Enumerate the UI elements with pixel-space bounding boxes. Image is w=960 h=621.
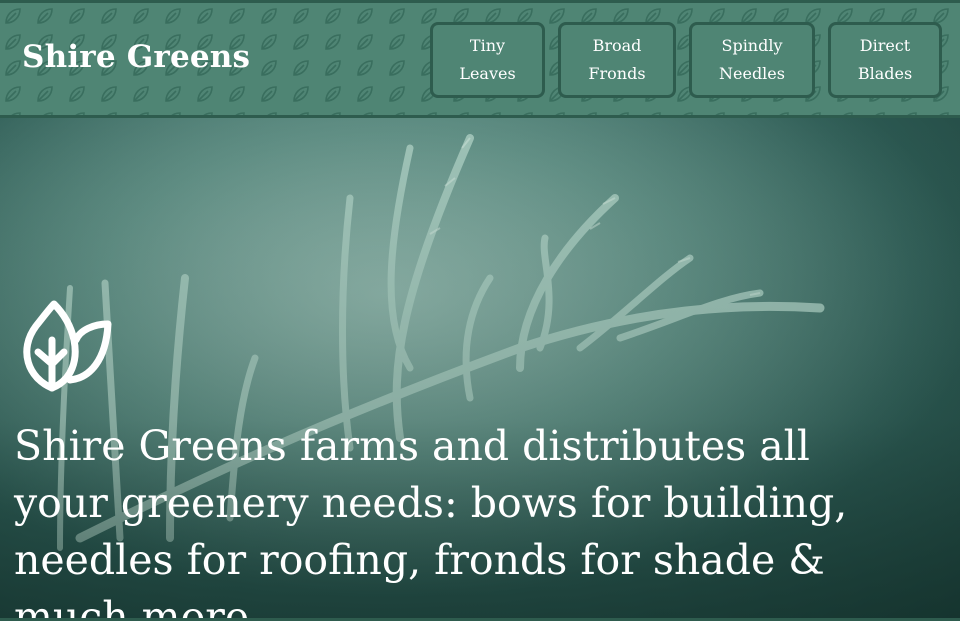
leaf-icon — [23, 300, 112, 392]
nav-label-line1: Spindly — [721, 36, 783, 55]
site-brand[interactable]: Shire Greens — [22, 39, 250, 75]
nav-label-line1: Direct — [859, 36, 911, 55]
hero-section: Shire Greens farms and distributes all y… — [0, 118, 960, 621]
nav-tiny-leaves-button[interactable]: Tiny Leaves — [430, 22, 545, 98]
nav-label-line2: Needles — [719, 64, 785, 83]
nav-label-line2: Blades — [857, 64, 913, 83]
nav-label-line2: Leaves — [459, 64, 516, 83]
site-header: Shire Greens Tiny Leaves Broad Fronds Sp… — [0, 0, 960, 118]
nav-direct-blades-button[interactable]: Direct Blades — [828, 22, 942, 98]
nav-spindly-needles-button[interactable]: Spindly Needles — [689, 22, 815, 98]
nav-broad-fronds-button[interactable]: Broad Fronds — [558, 22, 676, 98]
nav-label-line2: Fronds — [588, 64, 646, 83]
main-nav: Tiny Leaves Broad Fronds Spindly Needles… — [430, 22, 942, 98]
nav-label-line1: Broad — [592, 36, 642, 55]
hero-description: Shire Greens farms and distributes all y… — [14, 422, 848, 621]
nav-label-line1: Tiny — [469, 36, 506, 55]
